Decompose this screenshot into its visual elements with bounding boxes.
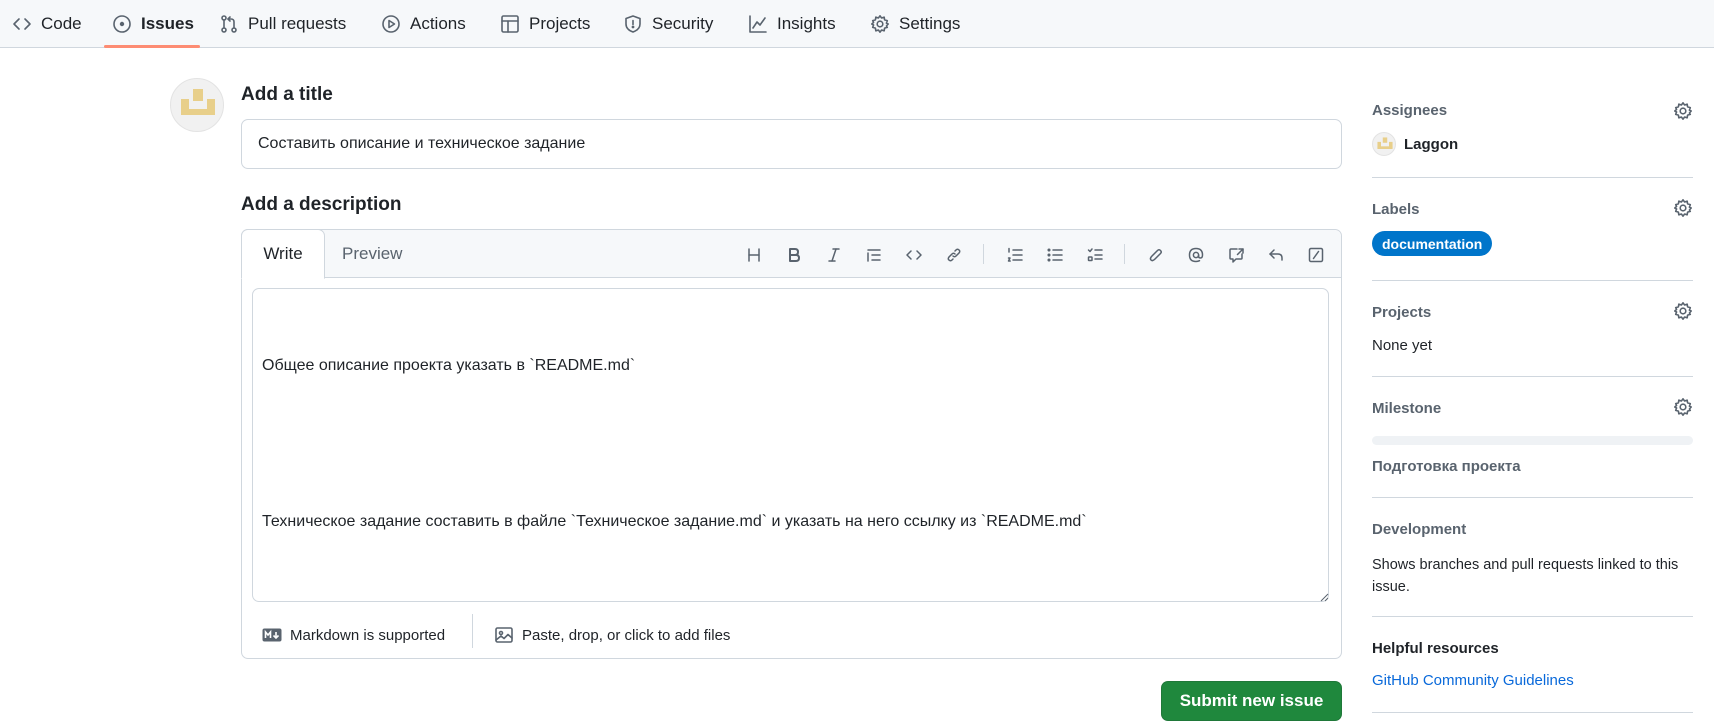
sidebar-divider	[1372, 280, 1693, 281]
tab-insights-label: Insights	[777, 13, 836, 33]
table-icon	[500, 14, 520, 34]
cross-reference-icon[interactable]	[1223, 242, 1249, 268]
tab-security-label: Security	[652, 13, 714, 33]
tab-pull-requests-label: Pull requests	[248, 13, 347, 33]
tab-issues[interactable]: Issues	[112, 0, 194, 47]
task-list-icon[interactable]	[1082, 242, 1108, 268]
italic-icon[interactable]	[821, 242, 847, 268]
active-tab-indicator	[104, 45, 200, 48]
paperclip-icon[interactable]	[1143, 242, 1169, 268]
description-heading: Add a description	[241, 194, 402, 215]
description-line-1: Общее описание проекта указать в `README…	[262, 357, 636, 374]
tab-preview[interactable]: Preview	[342, 230, 402, 278]
tab-settings[interactable]: Settings	[870, 0, 960, 47]
assignee-avatar	[1372, 132, 1396, 156]
graph-icon	[748, 14, 768, 34]
submit-new-issue-button[interactable]: Submit new issue	[1161, 681, 1342, 721]
label-documentation[interactable]: documentation	[1372, 231, 1493, 256]
sidebar-divider	[1372, 712, 1693, 713]
milestone-value[interactable]: Подготовка проекта	[1372, 458, 1521, 475]
repo-navigation: Code Issues Pull requests Actions Projec…	[0, 0, 1714, 48]
tab-settings-label: Settings	[899, 13, 961, 33]
sidebar-divider	[1372, 497, 1693, 498]
projects-title: Projects	[1372, 304, 1432, 321]
description-textarea[interactable]: Общее описание проекта указать в `README…	[252, 288, 1329, 602]
tab-projects[interactable]: Projects	[500, 0, 590, 47]
title-input[interactable]	[241, 119, 1342, 169]
git-pull-request-icon	[219, 14, 239, 34]
tab-security[interactable]: Security	[623, 0, 713, 47]
sidebar-divider	[1372, 616, 1693, 617]
reply-icon[interactable]	[1263, 242, 1289, 268]
projects-gear-icon[interactable]	[1672, 300, 1694, 322]
play-icon	[381, 14, 401, 34]
development-text: Shows branches and pull requests linked …	[1372, 557, 1679, 595]
mention-icon[interactable]	[1183, 242, 1209, 268]
assignees-gear-icon[interactable]	[1672, 100, 1694, 122]
description-line-2: Техническое задание составить в файле `Т…	[262, 513, 1087, 530]
quote-icon[interactable]	[861, 242, 887, 268]
unordered-list-icon[interactable]	[1042, 242, 1068, 268]
ordered-list-icon[interactable]	[1002, 242, 1028, 268]
development-title: Development	[1372, 521, 1467, 538]
markdown-note: Markdown is supported	[290, 626, 446, 644]
gear-icon	[870, 14, 890, 34]
heading-icon[interactable]	[741, 242, 767, 268]
assignee-item[interactable]: Laggon	[1372, 132, 1458, 156]
toolbar-divider	[1124, 244, 1125, 264]
tab-code[interactable]: Code	[12, 0, 82, 47]
tab-projects-label: Projects	[529, 13, 591, 33]
markdown-supported-link[interactable]: Markdown is supported	[262, 620, 445, 650]
milestone-gear-icon[interactable]	[1672, 396, 1694, 418]
editor-toolbar: Write Preview	[241, 229, 1341, 279]
title-heading: Add a title	[241, 84, 333, 105]
community-guidelines-link[interactable]: GitHub Community Guidelines	[1372, 672, 1574, 689]
code-icon	[12, 14, 32, 34]
tab-code-label: Code	[41, 13, 82, 33]
attach-note: Paste, drop, or click to add files	[522, 626, 731, 644]
link-icon[interactable]	[941, 242, 967, 268]
image-icon	[494, 625, 514, 645]
code-icon[interactable]	[901, 242, 927, 268]
assignee-name: Laggon	[1404, 135, 1459, 153]
assignees-title: Assignees	[1372, 102, 1448, 119]
tab-issues-label: Issues	[141, 13, 194, 33]
tab-pull-requests[interactable]: Pull requests	[219, 0, 346, 47]
sidebar-divider	[1372, 177, 1693, 178]
shield-icon	[623, 14, 643, 34]
resize-handle-icon[interactable]	[1319, 592, 1329, 602]
description-editor: Write Preview Общее описание проекта ука…	[241, 229, 1342, 659]
toolbar-divider	[983, 244, 984, 264]
helpful-resources-title: Helpful resources	[1372, 640, 1499, 657]
sidebar-divider	[1372, 376, 1693, 377]
attach-files-button[interactable]: Paste, drop, or click to add files	[494, 620, 730, 650]
tab-insights[interactable]: Insights	[748, 0, 836, 47]
bold-icon[interactable]	[781, 242, 807, 268]
issue-opened-icon	[112, 14, 132, 34]
milestone-title: Milestone	[1372, 400, 1442, 417]
slash-command-icon[interactable]	[1303, 242, 1329, 268]
tab-write[interactable]: Write	[241, 229, 325, 279]
tab-actions[interactable]: Actions	[381, 0, 466, 47]
milestone-progress-bar	[1372, 436, 1693, 445]
markdown-icon	[262, 628, 282, 642]
tab-actions-label: Actions	[410, 13, 466, 33]
labels-title: Labels	[1372, 201, 1420, 218]
avatar	[170, 78, 224, 132]
footer-divider	[472, 614, 473, 648]
projects-value: None yet	[1372, 337, 1433, 354]
labels-gear-icon[interactable]	[1672, 197, 1694, 219]
